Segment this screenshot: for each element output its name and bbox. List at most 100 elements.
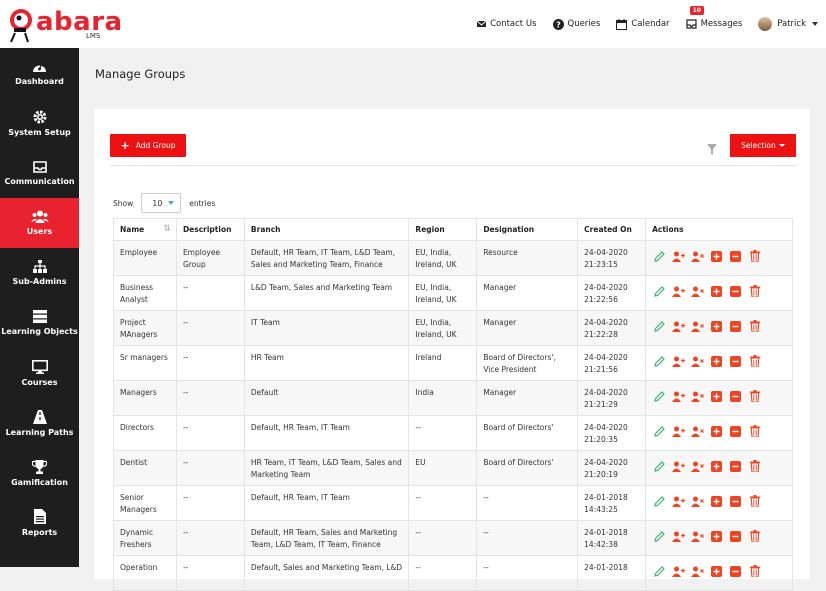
edit-icon[interactable]: [652, 319, 667, 333]
sidebar-item-dashboard[interactable]: Dashboard: [0, 48, 79, 98]
add-user-icon[interactable]: [671, 284, 686, 298]
plus-icon: +: [120, 139, 130, 152]
trash-icon[interactable]: [747, 249, 762, 263]
remove-user-icon[interactable]: [690, 564, 705, 578]
sidebar-item-communication[interactable]: Communication: [0, 148, 79, 198]
user-menu[interactable]: Patrick: [758, 17, 818, 31]
add-user-icon[interactable]: [671, 249, 686, 263]
selection-label: Selection: [741, 141, 776, 150]
remove-user-icon[interactable]: [690, 354, 705, 368]
minus-square-icon[interactable]: [728, 319, 743, 333]
edit-icon[interactable]: [652, 284, 667, 298]
edit-icon[interactable]: [652, 494, 667, 508]
sidebar-item-users[interactable]: Users: [0, 198, 79, 248]
edit-icon[interactable]: [652, 459, 667, 473]
minus-square-icon[interactable]: [728, 564, 743, 578]
add-group-button[interactable]: + Add Group: [110, 134, 186, 157]
add-user-icon[interactable]: [671, 389, 686, 403]
table-cell: --: [408, 415, 478, 451]
trash-icon[interactable]: [747, 284, 762, 298]
remove-user-icon[interactable]: [690, 459, 705, 473]
remove-user-icon[interactable]: [690, 249, 705, 263]
plus-square-icon[interactable]: [709, 284, 724, 298]
table-cell: Manager: [476, 310, 579, 346]
edit-icon[interactable]: [652, 354, 667, 368]
page-title: Manage Groups: [95, 67, 186, 81]
minus-square-icon[interactable]: [728, 494, 743, 508]
remove-user-icon[interactable]: [690, 319, 705, 333]
table-cell: --: [175, 450, 245, 486]
edit-icon[interactable]: [652, 564, 667, 578]
add-user-icon[interactable]: [671, 319, 686, 333]
sidebar-item-gamification[interactable]: Gamification: [0, 448, 79, 498]
remove-user-icon[interactable]: [690, 529, 705, 543]
sidebar-item-courses[interactable]: Courses: [0, 348, 79, 398]
table-cell: L&D Team, Sales and Marketing Team: [243, 275, 410, 311]
sidebar-item-learning-paths[interactable]: Learning Paths: [0, 398, 79, 448]
table-cell: Business Analyst: [113, 275, 177, 311]
minus-square-icon[interactable]: [728, 389, 743, 403]
edit-icon[interactable]: [652, 389, 667, 403]
trash-icon[interactable]: [747, 354, 762, 368]
trash-icon[interactable]: [747, 494, 762, 508]
trash-icon[interactable]: [747, 529, 762, 543]
calendar-link[interactable]: Calendar: [616, 18, 670, 30]
plus-square-icon[interactable]: [709, 564, 724, 578]
column-header-name[interactable]: Name ⇅: [113, 218, 177, 241]
remove-user-icon[interactable]: [690, 284, 705, 298]
logo[interactable]: abara LMS: [6, 6, 122, 44]
plus-square-icon[interactable]: [709, 389, 724, 403]
table-cell: 24-04-2020 21:22:56: [577, 275, 647, 311]
main-panel: + Add Group Selection Show 10 entries Na…: [94, 109, 810, 591]
sort-icon[interactable]: ⇅: [163, 224, 171, 234]
contact-us-link[interactable]: Contact Us: [477, 19, 537, 29]
plus-square-icon[interactable]: [709, 459, 724, 473]
add-user-icon[interactable]: [671, 564, 686, 578]
minus-square-icon[interactable]: [728, 459, 743, 473]
top-nav: Contact Us ? Queries Calendar 10 Message…: [477, 0, 826, 48]
remove-user-icon[interactable]: [690, 389, 705, 403]
table-cell: EU, India, Ireland, UK: [408, 240, 478, 276]
column-header-region: Region: [408, 218, 478, 241]
selection-button[interactable]: Selection: [730, 134, 796, 157]
plus-square-icon[interactable]: [709, 494, 724, 508]
minus-square-icon[interactable]: [728, 354, 743, 368]
trash-icon[interactable]: [747, 319, 762, 333]
filter-icon[interactable]: [707, 140, 717, 159]
entries-select[interactable]: 10: [141, 193, 182, 213]
trash-icon[interactable]: [747, 424, 762, 438]
edit-icon[interactable]: [652, 529, 667, 543]
sidebar-item-sub-admins[interactable]: Sub-Admins: [0, 248, 79, 298]
actions-cell: [645, 240, 793, 276]
table-row: Business Analyst -- L&D Team, Sales and Ma…: [113, 275, 793, 311]
add-user-icon[interactable]: [671, 459, 686, 473]
table-row: Sr managers -- HR Team Ireland Board of Dire…: [113, 345, 793, 381]
trash-icon[interactable]: [747, 564, 762, 578]
minus-square-icon[interactable]: [728, 424, 743, 438]
plus-square-icon[interactable]: [709, 424, 724, 438]
plus-square-icon[interactable]: [709, 249, 724, 263]
plus-square-icon[interactable]: [709, 319, 724, 333]
queries-link[interactable]: ? Queries: [552, 18, 600, 30]
minus-square-icon[interactable]: [728, 249, 743, 263]
trash-icon[interactable]: [747, 459, 762, 473]
plus-square-icon[interactable]: [709, 354, 724, 368]
edit-icon[interactable]: [652, 424, 667, 438]
add-user-icon[interactable]: [671, 354, 686, 368]
add-user-icon[interactable]: [671, 424, 686, 438]
add-user-icon[interactable]: [671, 494, 686, 508]
table-cell: Board of Directors', Vice President: [476, 345, 579, 381]
table-cell: 24-01-2018 14:42:38: [577, 520, 647, 556]
sidebar-item-learning-objects[interactable]: Learning Objects: [0, 298, 79, 348]
remove-user-icon[interactable]: [690, 494, 705, 508]
remove-user-icon[interactable]: [690, 424, 705, 438]
trash-icon[interactable]: [747, 389, 762, 403]
add-user-icon[interactable]: [671, 529, 686, 543]
plus-square-icon[interactable]: [709, 529, 724, 543]
minus-square-icon[interactable]: [728, 284, 743, 298]
minus-square-icon[interactable]: [728, 529, 743, 543]
messages-link[interactable]: 10 Messages: [685, 6, 742, 29]
edit-icon[interactable]: [652, 249, 667, 263]
sidebar-item-system-setup[interactable]: System Setup: [0, 98, 79, 148]
sidebar-item-reports[interactable]: Reports: [0, 498, 79, 548]
